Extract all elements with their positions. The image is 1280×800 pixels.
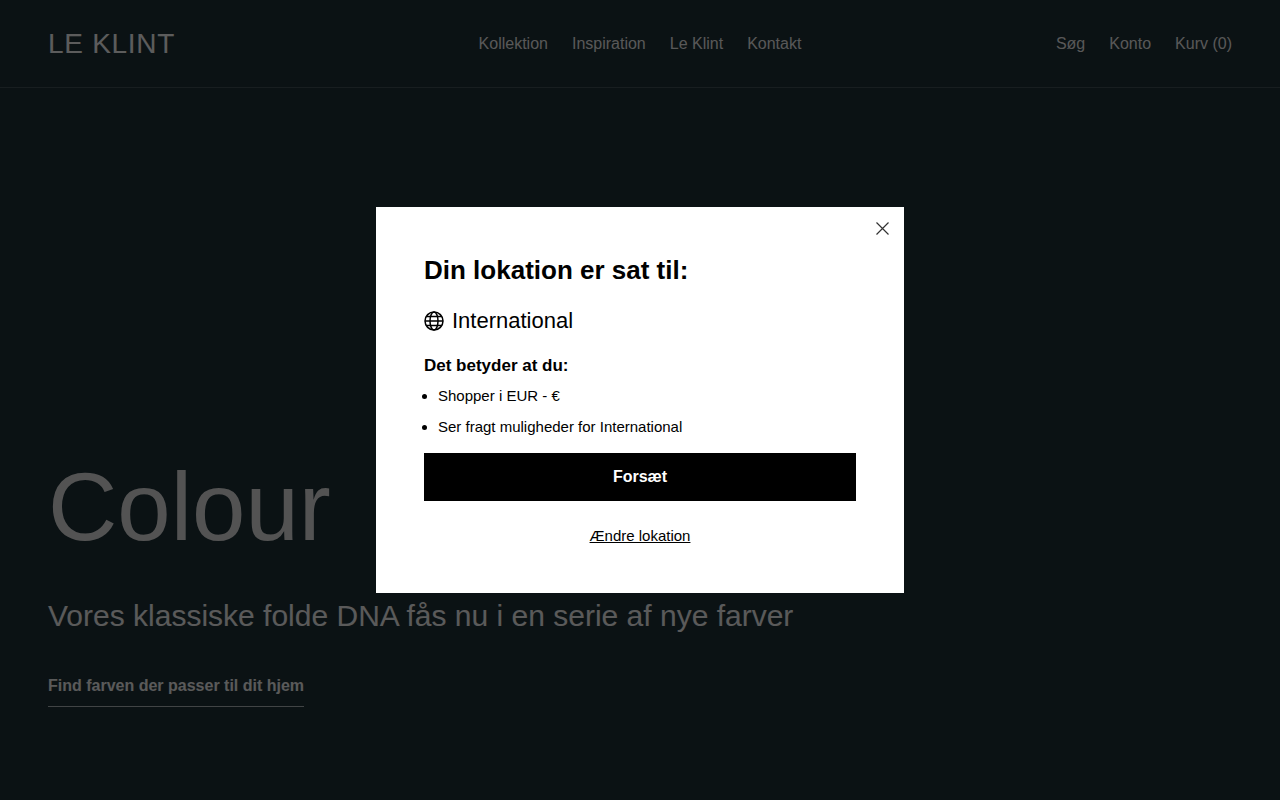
location-modal: Din lokation er sat til: International Det… (376, 207, 904, 593)
modal-title: Din lokation er sat til: (424, 255, 856, 286)
location-row: International (424, 304, 856, 337)
globe-icon (424, 311, 444, 331)
change-location-link[interactable]: Ændre lokation (590, 525, 691, 548)
continue-button[interactable]: Forsæt (424, 453, 856, 501)
info-list: Shopper i EUR - € Ser fragt muligheder fo… (424, 385, 856, 439)
modal-intro: Det betyder at du: (424, 353, 856, 379)
info-item: Ser fragt muligheder for International (438, 416, 856, 439)
close-icon[interactable] (876, 222, 889, 235)
info-item: Shopper i EUR - € (438, 385, 856, 408)
location-name: International (452, 304, 573, 337)
page: LE KLINTKollektionInspirationLe KlintKon… (0, 0, 1280, 800)
